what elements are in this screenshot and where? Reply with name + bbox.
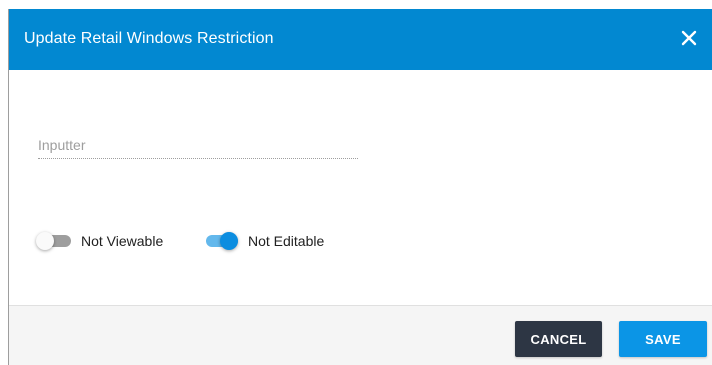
not-viewable-label: Not Viewable [81, 233, 164, 249]
dialog: Update Retail Windows Restriction Not Vi… [8, 9, 712, 365]
close-icon [681, 30, 697, 46]
dialog-footer: CANCEL SAVE [9, 305, 712, 365]
dialog-title: Update Retail Windows Restriction [24, 30, 274, 47]
inputter-input[interactable] [38, 132, 358, 159]
toggle-knob [220, 232, 238, 250]
not-editable-label: Not Editable [248, 233, 325, 249]
inputter-field [38, 132, 358, 160]
save-button[interactable]: SAVE [619, 321, 707, 357]
dialog-body: Not Viewable Not Editable [9, 70, 712, 305]
dialog-header: Update Retail Windows Restriction [9, 9, 712, 70]
close-button[interactable] [677, 26, 701, 50]
cancel-button[interactable]: CANCEL [515, 321, 602, 357]
toggle-knob [36, 232, 54, 250]
